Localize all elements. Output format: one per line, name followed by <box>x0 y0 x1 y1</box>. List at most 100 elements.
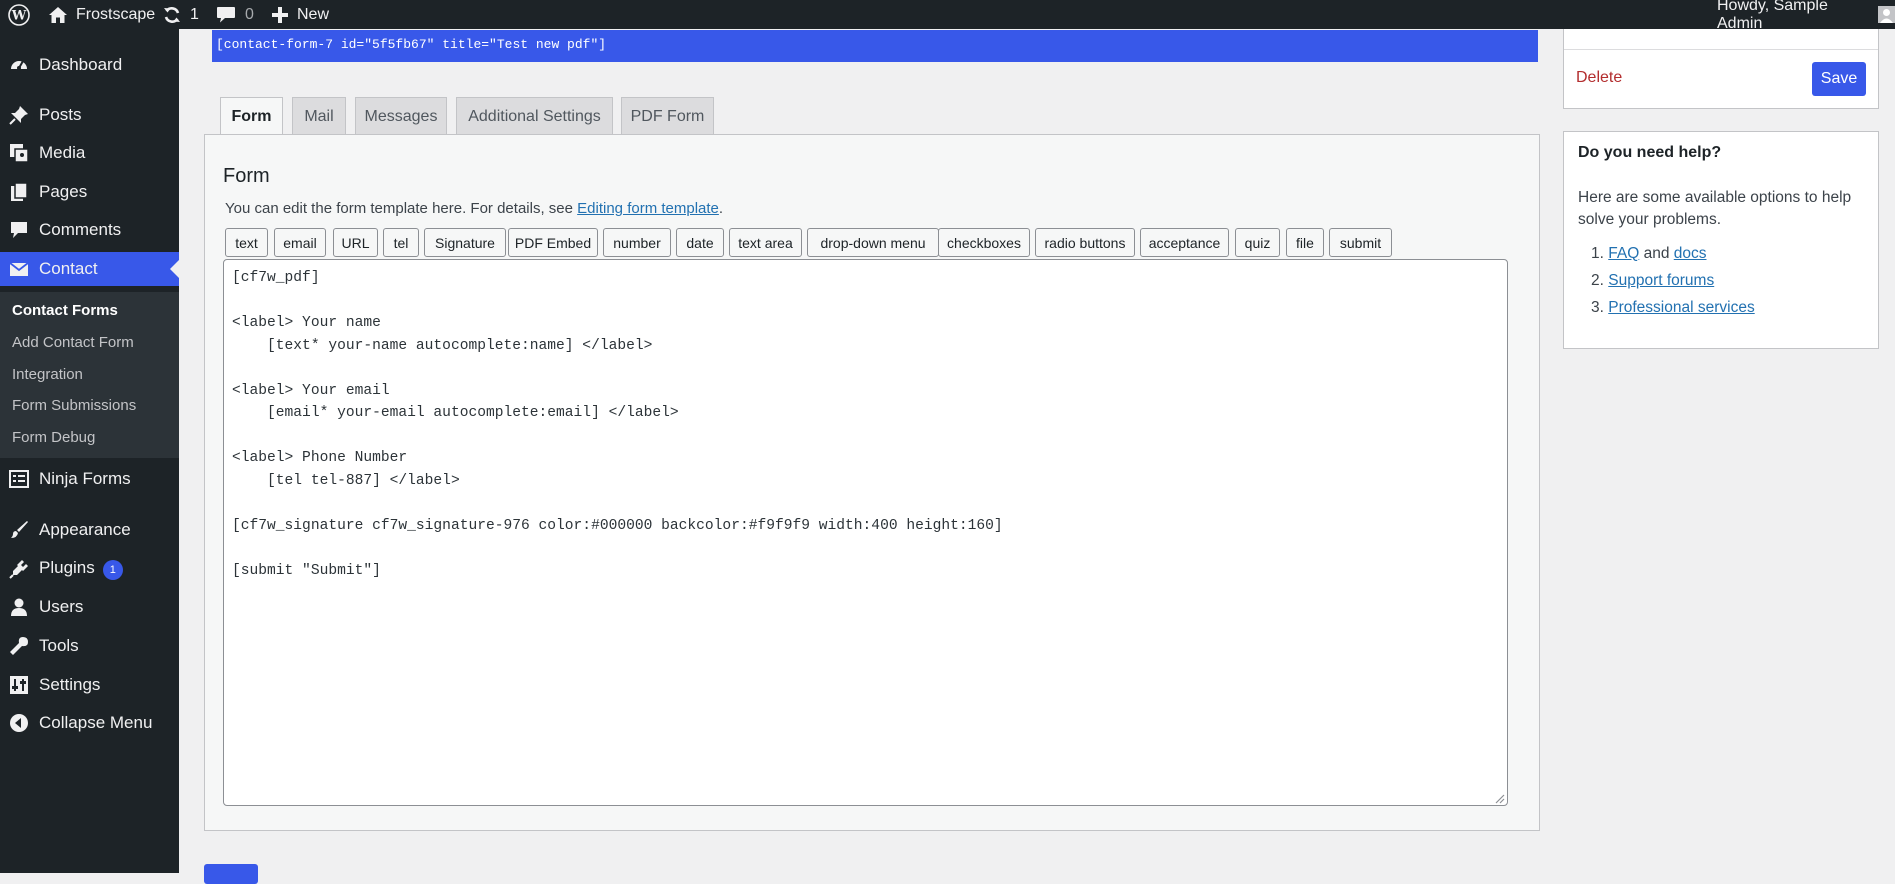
tag-button-text[interactable]: text <box>225 228 268 257</box>
pin-icon <box>9 106 28 125</box>
tag-button-signature[interactable]: Signature <box>424 228 506 257</box>
avatar <box>1878 6 1895 23</box>
editing-form-template-link[interactable]: Editing form template <box>577 200 719 217</box>
sidebar-item-media[interactable]: Media <box>0 136 179 170</box>
tab-form[interactable]: Form <box>220 97 283 136</box>
tag-button-number[interactable]: number <box>603 228 671 257</box>
tag-button-submit[interactable]: submit <box>1329 228 1392 257</box>
sidebar-item-label: Plugins <box>39 558 95 577</box>
sidebar-item-tools[interactable]: Tools <box>0 629 179 663</box>
submenu-item-form-submissions[interactable]: Form Submissions <box>12 397 136 414</box>
form-template-textarea[interactable]: [cf7w_pdf] <label> Your name [text* your… <box>223 259 1508 806</box>
comment-bubble-icon <box>217 6 235 22</box>
sidebar-item-contact[interactable]: Contact <box>0 252 179 286</box>
wordpress-logo-icon[interactable]: W <box>8 0 30 29</box>
help-list-item: 1. FAQ and docs <box>1591 245 1707 263</box>
sidebar-item-label: Appearance <box>39 520 131 539</box>
collapse-icon <box>10 714 28 732</box>
tag-button-email[interactable]: email <box>274 228 326 257</box>
panel-description: You can edit the form template here. For… <box>225 200 723 217</box>
submenu-item-integration[interactable]: Integration <box>12 366 83 383</box>
howdy-greeting: Howdy, Sample Admin <box>1717 0 1828 32</box>
plug-icon <box>9 560 28 579</box>
publish-box: Delete Save <box>1563 29 1879 109</box>
sidebar-item-label: Media <box>39 143 86 162</box>
faq-link[interactable]: FAQ <box>1608 245 1639 262</box>
tab-additional-settings[interactable]: Additional Settings <box>456 97 613 135</box>
publish-divider <box>1564 49 1878 50</box>
refresh-icon <box>164 6 180 23</box>
tab-messages[interactable]: Messages <box>355 97 447 135</box>
help-title: Do you need help? <box>1578 144 1722 161</box>
delete-link[interactable]: Delete <box>1576 69 1622 87</box>
tag-button-checkboxes[interactable]: checkboxes <box>938 228 1030 257</box>
sidebar-item-label: Settings <box>39 675 101 694</box>
sidebar-item-label: Users <box>39 597 84 616</box>
shortcode-field[interactable]: [contact-form-7 id="5f5fb67" title="Test… <box>212 30 1538 62</box>
updates-link[interactable]: 1 <box>162 0 199 29</box>
brush-icon <box>11 521 28 538</box>
sidebar-item-users[interactable]: Users <box>0 590 179 624</box>
sidebar-item-label: Dashboard <box>39 55 123 74</box>
contact-submenu: Contact Forms Add Contact Form Integrati… <box>0 292 179 458</box>
admin-bar: W Frostscape 1 0 New Howdy, Sample Admin <box>0 0 1895 32</box>
sliders-icon <box>10 676 28 694</box>
user-icon <box>11 598 27 616</box>
resize-grip-icon[interactable] <box>1494 793 1505 804</box>
sidebar-item-label: Pages <box>39 182 88 201</box>
tab-mail[interactable]: Mail <box>292 97 346 135</box>
tag-button-radio-buttons[interactable]: radio buttons <box>1035 228 1135 257</box>
tag-button-drop-down-menu[interactable]: drop-down menu <box>807 228 939 257</box>
tag-button-tel[interactable]: tel <box>383 228 419 257</box>
sidebar-item-dashboard[interactable]: Dashboard <box>0 48 179 82</box>
submenu-item-form-debug[interactable]: Form Debug <box>12 429 95 446</box>
help-list-item: 3. Professional services <box>1591 299 1755 317</box>
pages-icon <box>11 182 28 201</box>
wrench-icon <box>10 637 28 655</box>
submenu-item-contact-forms[interactable]: Contact Forms <box>12 302 118 319</box>
professional-services-link[interactable]: Professional services <box>1608 299 1754 316</box>
help-item-number: 3. <box>1591 299 1604 316</box>
my-account-link[interactable]: Howdy, Sample Admin <box>1717 0 1895 32</box>
collapse-menu-button[interactable]: Collapse Menu <box>0 706 179 740</box>
help-item-text: and <box>1639 245 1674 262</box>
help-description: Here are some available options to help … <box>1578 189 1852 228</box>
tag-button-quiz[interactable]: quiz <box>1235 228 1280 257</box>
sidebar-item-label: Posts <box>39 105 82 124</box>
comments-link[interactable]: 0 <box>216 0 254 29</box>
plugins-update-badge: 1 <box>102 560 123 580</box>
sidebar-item-appearance[interactable]: Appearance <box>0 513 179 547</box>
tab-pdf-form[interactable]: PDF Form <box>621 97 714 135</box>
tag-button-date[interactable]: date <box>676 228 724 257</box>
tag-button-file[interactable]: file <box>1286 228 1324 257</box>
mail-icon <box>9 262 29 276</box>
updates-count: 1 <box>190 5 199 23</box>
sidebar-item-label: Tools <box>39 636 79 655</box>
save-button[interactable]: Save <box>1812 62 1866 96</box>
plus-icon <box>272 6 288 23</box>
docs-link[interactable]: docs <box>1674 245 1707 262</box>
help-item-number: 1. <box>1591 245 1604 262</box>
sidebar-item-ninja-forms[interactable]: Ninja Forms <box>0 462 179 496</box>
sidebar-item-posts[interactable]: Posts <box>0 98 179 132</box>
sidebar-item-label: Contact <box>39 259 98 278</box>
site-name-link[interactable]: Frostscape <box>48 0 155 29</box>
sidebar-item-pages[interactable]: Pages <box>0 175 179 209</box>
home-icon <box>49 6 67 23</box>
tag-button-acceptance[interactable]: acceptance <box>1140 228 1229 257</box>
tag-button-url[interactable]: URL <box>333 228 378 257</box>
bottom-save-button[interactable] <box>204 864 258 884</box>
new-content-link[interactable]: New <box>271 0 329 29</box>
comment-icon <box>11 222 27 238</box>
sidebar-item-comments[interactable]: Comments <box>0 213 179 247</box>
sidebar-item-plugins[interactable]: Plugins 1 <box>0 552 179 586</box>
panel-title: Form <box>223 165 270 187</box>
sidebar-item-settings[interactable]: Settings <box>0 668 179 702</box>
tag-button-pdf-embed[interactable]: PDF Embed <box>508 228 598 257</box>
site-name: Frostscape <box>76 5 156 23</box>
help-box: Do you need help? Here are some availabl… <box>1563 131 1879 349</box>
support-forums-link[interactable]: Support forums <box>1608 272 1714 289</box>
admin-sidebar: Dashboard Posts Media Pages Comments Con… <box>0 29 179 873</box>
submenu-item-add-contact-form[interactable]: Add Contact Form <box>12 334 134 351</box>
tag-button-text-area[interactable]: text area <box>729 228 802 257</box>
